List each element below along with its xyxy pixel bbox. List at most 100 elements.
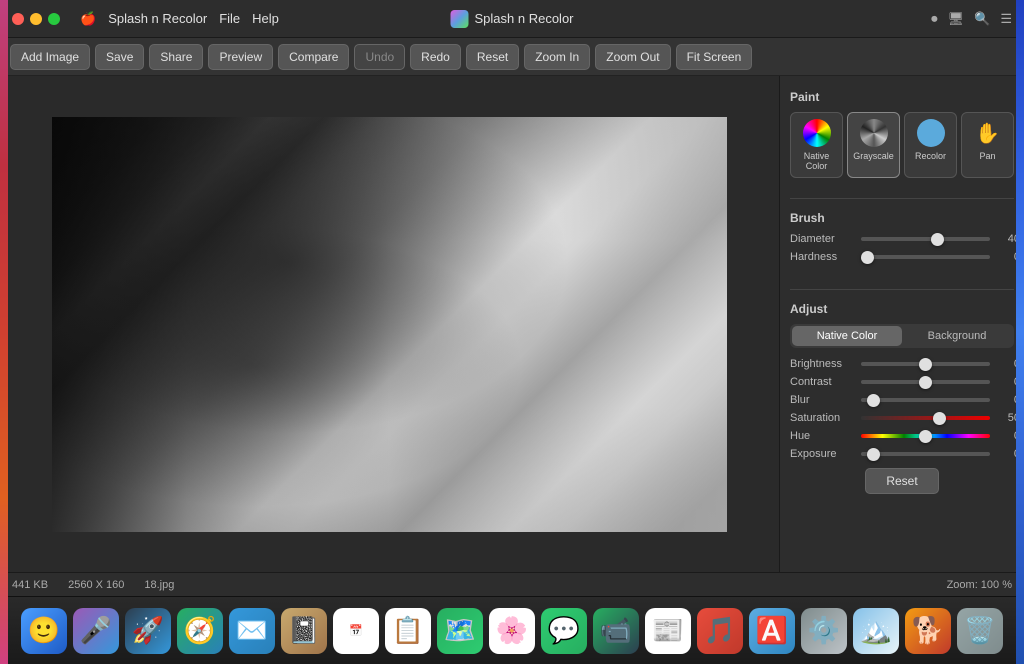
dock-messages[interactable]: 💬 — [541, 608, 587, 654]
save-button[interactable]: Save — [95, 44, 144, 70]
divider-1 — [790, 198, 1014, 199]
dock-siri[interactable]: 🎤 — [73, 608, 119, 654]
dock-photos[interactable]: 🌸 — [489, 608, 535, 654]
dock-calendar[interactable]: 📅 — [333, 608, 379, 654]
traffic-lights — [12, 13, 60, 25]
saturation-slider[interactable] — [861, 416, 990, 420]
menu-file[interactable]: File — [219, 11, 240, 27]
exposure-row: Exposure 0 — [790, 448, 1014, 460]
diameter-row: Diameter 40 — [790, 233, 1014, 245]
tab-native-color[interactable]: Native Color — [792, 326, 902, 346]
hardness-row: Hardness 0 — [790, 251, 1014, 263]
hue-row: Hue 0 — [790, 430, 1014, 442]
dock-trash[interactable]: 🗑️ — [957, 608, 1003, 654]
native-color-icon — [803, 119, 831, 147]
right-gradient — [1016, 0, 1024, 664]
exposure-slider[interactable] — [861, 452, 990, 456]
adjust-section: Adjust Native Color Background Brightnes… — [790, 298, 1014, 494]
paint-mode-grayscale[interactable]: Grayscale — [847, 112, 900, 178]
menu-help[interactable]: Help — [252, 11, 279, 27]
dock-news[interactable]: 📰 — [645, 608, 691, 654]
canvas-area[interactable] — [0, 76, 779, 572]
adjust-section-title: Adjust — [790, 302, 1014, 316]
recolor-icon — [917, 119, 945, 147]
display-icon[interactable]: 🖥 — [948, 11, 965, 27]
contrast-slider[interactable] — [861, 380, 990, 384]
paint-modes: Native Color Grayscale Recolor ✋ Pan — [790, 112, 1014, 178]
hardness-label: Hardness — [790, 251, 855, 263]
adjust-reset-button[interactable]: Reset — [865, 468, 938, 494]
dock-finder[interactable]: 🙂 — [21, 608, 67, 654]
blur-label: Blur — [790, 394, 855, 406]
dock-facetime[interactable]: 📹 — [593, 608, 639, 654]
add-image-button[interactable]: Add Image — [10, 44, 90, 70]
brightness-row: Brightness 0 — [790, 358, 1014, 370]
diameter-label: Diameter — [790, 233, 855, 245]
search-icon[interactable]: 🔍 — [974, 11, 990, 27]
dock-music[interactable]: 🎵 — [697, 608, 743, 654]
main-content: Paint Native Color Grayscale Recolor ✋ P… — [0, 76, 1024, 572]
dock-launchpad[interactable]: 🚀 — [125, 608, 171, 654]
preview-button[interactable]: Preview — [208, 44, 273, 70]
zoom-in-button[interactable]: Zoom In — [524, 44, 590, 70]
titlebar-right-icons: ⏺ 🖥 🔍 ☰ — [931, 11, 1012, 27]
app-icon — [451, 10, 469, 28]
dock-settings[interactable]: ⚙️ — [801, 608, 847, 654]
reset-toolbar-button[interactable]: Reset — [466, 44, 519, 70]
tab-background[interactable]: Background — [902, 326, 1012, 346]
pan-icon: ✋ — [974, 119, 1002, 147]
dock-mail[interactable]: ✉️ — [229, 608, 275, 654]
menu-bar: 🍎 Splash n Recolor File Help — [80, 11, 279, 27]
share-button[interactable]: Share — [149, 44, 203, 70]
dock-notebook[interactable]: 📓 — [281, 608, 327, 654]
brightness-slider[interactable] — [861, 362, 990, 366]
blur-slider[interactable] — [861, 398, 990, 402]
app-title: Splash n Recolor — [451, 10, 574, 28]
close-button[interactable] — [12, 13, 24, 25]
diameter-slider[interactable] — [861, 237, 990, 241]
dock: 🙂 🎤 🚀 🧭 ✉️ 📓 📅 📋 🗺️ 🌸 💬 📹 📰 🎵 🅰️ ⚙️ 🏔️ 🐕… — [0, 596, 1024, 664]
photo-display — [52, 117, 727, 532]
undo-button[interactable]: Undo — [354, 44, 405, 70]
saturation-row: Saturation 50 — [790, 412, 1014, 424]
dock-dog[interactable]: 🐕 — [905, 608, 951, 654]
dock-appstore[interactable]: 🅰️ — [749, 608, 795, 654]
minimize-button[interactable] — [30, 13, 42, 25]
hue-slider[interactable] — [861, 434, 990, 438]
paint-mode-pan[interactable]: ✋ Pan — [961, 112, 1014, 178]
dock-maps[interactable]: 🗺️ — [437, 608, 483, 654]
zoom-level: Zoom: 100 % — [947, 579, 1012, 591]
dock-mountain[interactable]: 🏔️ — [853, 608, 899, 654]
maximize-button[interactable] — [48, 13, 60, 25]
grayscale-icon — [860, 119, 888, 147]
fit-screen-button[interactable]: Fit Screen — [676, 44, 753, 70]
paint-section-title: Paint — [790, 90, 1014, 104]
menu-apple[interactable]: 🍎 — [80, 11, 96, 27]
file-size: 441 KB — [12, 579, 48, 591]
menu-app-name[interactable]: Splash n Recolor — [108, 11, 207, 27]
dock-safari[interactable]: 🧭 — [177, 608, 223, 654]
dock-reminders[interactable]: 📋 — [385, 608, 431, 654]
brightness-label: Brightness — [790, 358, 855, 370]
zoom-out-button[interactable]: Zoom Out — [595, 44, 670, 70]
record-icon[interactable]: ⏺ — [931, 11, 938, 27]
dimensions: 2560 X 160 — [68, 579, 124, 591]
toolbar: Add Image Save Share Preview Compare Und… — [0, 38, 1024, 76]
blur-row: Blur 0 — [790, 394, 1014, 406]
recolor-label: Recolor — [915, 151, 946, 161]
hardness-slider[interactable] — [861, 255, 990, 259]
paint-mode-recolor[interactable]: Recolor — [904, 112, 957, 178]
redo-button[interactable]: Redo — [410, 44, 461, 70]
compare-button[interactable]: Compare — [278, 44, 349, 70]
paint-mode-native-color[interactable]: Native Color — [790, 112, 843, 178]
contrast-label: Contrast — [790, 376, 855, 388]
exposure-label: Exposure — [790, 448, 855, 460]
brush-section: Brush Diameter 40 Hardness 0 — [790, 207, 1014, 269]
menu-icon[interactable]: ☰ — [1000, 11, 1012, 27]
brush-section-title: Brush — [790, 211, 1014, 225]
native-color-label: Native Color — [793, 151, 840, 171]
right-panel: Paint Native Color Grayscale Recolor ✋ P… — [779, 76, 1024, 572]
divider-2 — [790, 289, 1014, 290]
canvas-image[interactable] — [52, 117, 727, 532]
titlebar: 🍎 Splash n Recolor File Help Splash n Re… — [0, 0, 1024, 38]
